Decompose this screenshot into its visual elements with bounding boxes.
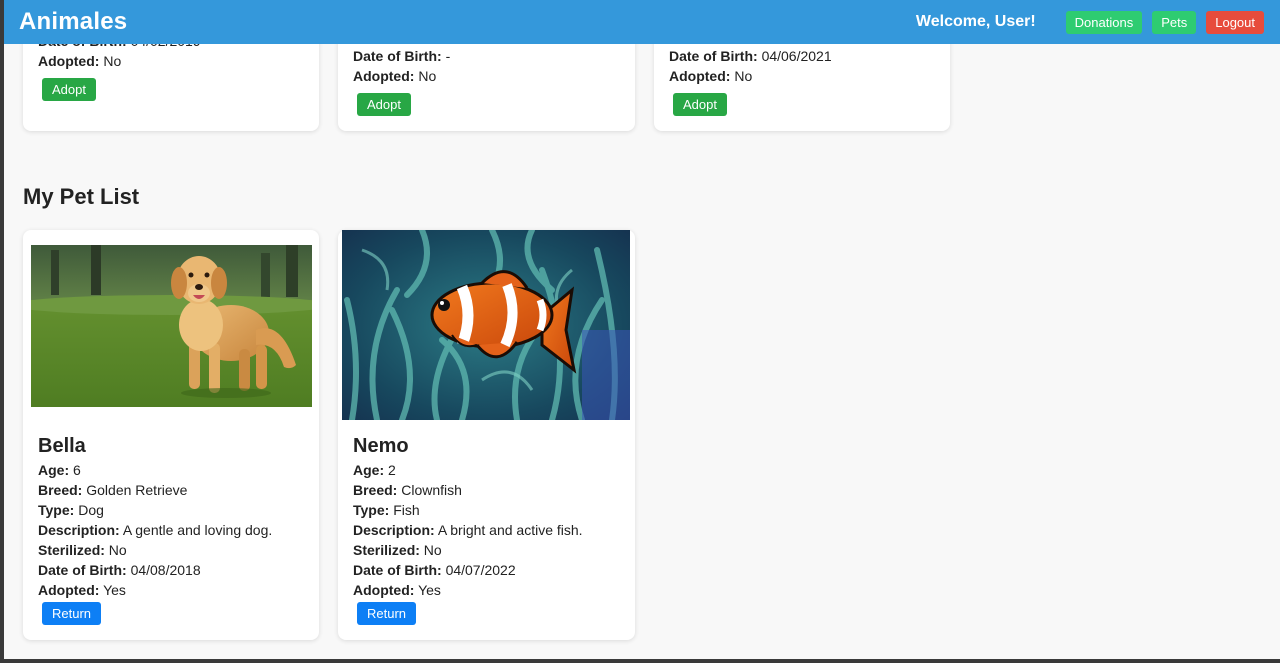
- adopted-line: Adopted: No: [669, 68, 753, 84]
- dob-line: Date of Birth: 04/07/2022: [353, 562, 516, 578]
- description-value: A bright and active fish.: [437, 522, 583, 538]
- adopt-button[interactable]: Adopt: [42, 78, 96, 101]
- pet-card-mine: Bella Age: 6 Breed: Golden Retrieve Type…: [23, 230, 319, 640]
- golden-retriever-photo: [31, 245, 312, 407]
- breed-line: Breed: Golden Retrieve: [38, 482, 188, 498]
- type-value: Dog: [78, 502, 104, 518]
- adopt-button[interactable]: Adopt: [357, 93, 411, 116]
- adopted-value: Yes: [418, 582, 441, 598]
- section-title-my-pet-list: My Pet List: [23, 184, 140, 209]
- dob-value: -: [445, 48, 451, 64]
- age-value: 2: [388, 462, 396, 478]
- page-viewport: Animales Welcome, User! Donations Pets L…: [4, 0, 1280, 659]
- pets-button[interactable]: Pets: [1152, 10, 1197, 34]
- top-navbar: Animales Welcome, User! Donations Pets L…: [4, 0, 1280, 44]
- adopted-line: Adopted: Yes: [353, 582, 441, 598]
- adopted-value: No: [103, 53, 122, 69]
- return-button[interactable]: Return: [42, 602, 102, 625]
- sterilized-line: Sterilized: No: [353, 542, 442, 558]
- return-button[interactable]: Return: [357, 602, 417, 625]
- age-line: Age: 2: [353, 462, 396, 478]
- pet-card-mine: Nemo Age: 2 Breed: Clownfish Type: Fish …: [338, 230, 635, 640]
- sterilized-value: No: [423, 542, 442, 558]
- age-line: Age: 6: [38, 462, 81, 478]
- dob-value: 04/08/2018: [130, 562, 201, 578]
- clownfish-photo: [342, 230, 630, 420]
- dob-line: Date of Birth: -: [353, 48, 451, 64]
- brand-logo[interactable]: Animales: [19, 8, 127, 36]
- adopted-line: Adopted: No: [353, 68, 437, 84]
- pet-name: Bella: [38, 435, 86, 457]
- type-line: Type: Dog: [38, 502, 104, 518]
- breed-line: Breed: Clownfish: [353, 482, 462, 498]
- sterilized-line: Sterilized: No: [38, 542, 127, 558]
- logout-button[interactable]: Logout: [1206, 10, 1264, 34]
- donations-button[interactable]: Donations: [1065, 10, 1143, 34]
- adopted-line: Adopted: No: [38, 53, 122, 69]
- welcome-text: Welcome, User!: [915, 13, 1036, 30]
- adopt-button[interactable]: Adopt: [673, 93, 727, 116]
- sterilized-value: No: [108, 542, 127, 558]
- dob-line: Date of Birth: 04/08/2018: [38, 562, 201, 578]
- breed-value: Clownfish: [401, 482, 462, 498]
- description-value: A gentle and loving dog.: [122, 522, 273, 538]
- adopted-value: No: [734, 68, 753, 84]
- description-line: Description: A bright and active fish.: [353, 522, 583, 538]
- adopted-line: Adopted: Yes: [38, 582, 126, 598]
- adopted-value: No: [418, 68, 437, 84]
- type-line: Type: Fish: [353, 502, 420, 518]
- adopted-value: Yes: [103, 582, 126, 598]
- breed-value: Golden Retrieve: [86, 482, 188, 498]
- age-value: 6: [73, 462, 81, 478]
- dob-value: 04/06/2021: [761, 48, 832, 64]
- description-line: Description: A gentle and loving dog.: [38, 522, 273, 538]
- type-value: Fish: [393, 502, 420, 518]
- pet-name: Nemo: [353, 435, 409, 457]
- dob-value: 04/07/2022: [445, 562, 516, 578]
- dob-line: Date of Birth: 04/06/2021: [669, 48, 832, 64]
